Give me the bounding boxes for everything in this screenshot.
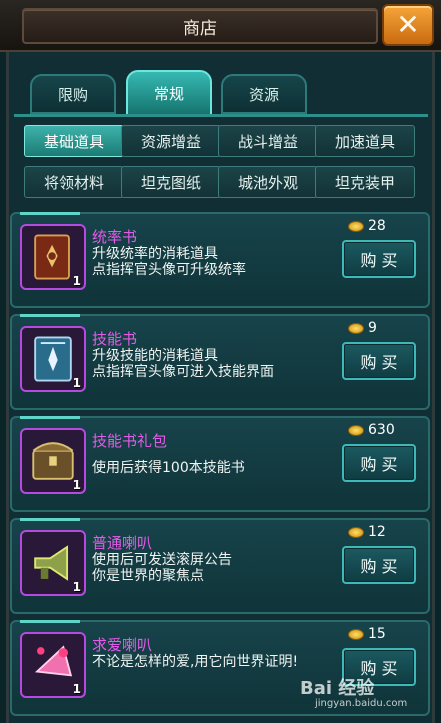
watermark-url: jingyan.baidu.com (315, 698, 408, 709)
category-battle-boost[interactable]: 战斗增益 (218, 125, 318, 157)
treasure-chest-icon: 1 (20, 428, 86, 494)
category-speedup[interactable]: 加速道具 (315, 125, 415, 157)
item-description: 升级技能的消耗道具 点指挥官头像可进入技能界面 (92, 348, 274, 380)
price-value: 9 (368, 320, 377, 336)
tab-limited[interactable]: 限购 (30, 74, 116, 114)
command-book-icon: 1 (20, 224, 86, 290)
buy-button[interactable]: 购 买 (342, 342, 416, 380)
shop-item: 1 技能书礼包 使用后获得100本技能书 630 购 买 (10, 416, 430, 512)
category-city-appearance[interactable]: 城池外观 (218, 166, 318, 198)
category-tank-blueprints[interactable]: 坦克图纸 (121, 166, 221, 198)
item-price: 12 (348, 524, 386, 540)
item-name: 技能书 (92, 330, 138, 348)
item-price: 15 (348, 626, 386, 642)
shop-item: 1 统率书 升级统率的消耗道具 点指挥官头像可升级统率 28 购 买 (10, 212, 430, 308)
item-price: 630 (348, 422, 395, 438)
item-name: 普通喇叭 (92, 534, 153, 552)
item-quantity: 1 (72, 580, 81, 594)
shop-item: 1 普通喇叭 使用后可发送滚屏公告 你是世界的聚焦点 12 购 买 (10, 518, 430, 614)
close-icon: ✕ (396, 8, 420, 41)
item-description: 升级统率的消耗道具 点指挥官头像可升级统率 (92, 246, 246, 278)
price-value: 15 (368, 626, 386, 642)
gold-coin-icon (348, 628, 364, 640)
price-value: 630 (368, 422, 395, 438)
item-name: 技能书礼包 (92, 432, 168, 450)
buy-button[interactable]: 购 买 (342, 444, 416, 482)
item-description: 使用后可发送滚屏公告 你是世界的聚焦点 (92, 552, 232, 584)
close-button[interactable]: ✕ (382, 4, 434, 46)
gold-coin-icon (348, 220, 364, 232)
item-quantity: 1 (72, 682, 81, 696)
category-resource-boost[interactable]: 资源增益 (121, 125, 221, 157)
item-description: 不论是怎样的爱,用它向世界证明! (92, 654, 299, 670)
skill-book-icon: 1 (20, 326, 86, 392)
item-quantity: 1 (72, 376, 81, 390)
shop-item: 1 技能书 升级技能的消耗道具 点指挥官头像可进入技能界面 9 购 买 (10, 314, 430, 410)
item-description: 使用后获得100本技能书 (92, 460, 245, 476)
watermark-text: Bai 经验 (300, 678, 375, 699)
item-name: 统率书 (92, 228, 138, 246)
gold-coin-icon (348, 424, 364, 436)
item-name: 求爱喇叭 (92, 636, 153, 654)
tab-regular[interactable]: 常规 (126, 70, 212, 116)
category-tank-armor[interactable]: 坦克装甲 (315, 166, 415, 198)
gold-coin-icon (348, 526, 364, 538)
item-price: 28 (348, 218, 386, 234)
item-quantity: 1 (72, 274, 81, 288)
love-horn-icon: 1 (20, 632, 86, 698)
buy-button[interactable]: 购 买 (342, 240, 416, 278)
gold-coin-icon (348, 322, 364, 334)
header-bar: 商店 ✕ (0, 0, 441, 52)
category-basic-items[interactable]: 基础道具 (24, 125, 124, 157)
tab-underline (14, 114, 428, 117)
tab-resources[interactable]: 资源 (221, 74, 307, 114)
item-price: 9 (348, 320, 377, 336)
item-quantity: 1 (72, 478, 81, 492)
buy-button[interactable]: 购 买 (342, 546, 416, 584)
price-value: 28 (368, 218, 386, 234)
page-title: 商店 (183, 19, 217, 39)
megaphone-icon: 1 (20, 530, 86, 596)
price-value: 12 (368, 524, 386, 540)
category-general-materials[interactable]: 将领材料 (24, 166, 124, 198)
